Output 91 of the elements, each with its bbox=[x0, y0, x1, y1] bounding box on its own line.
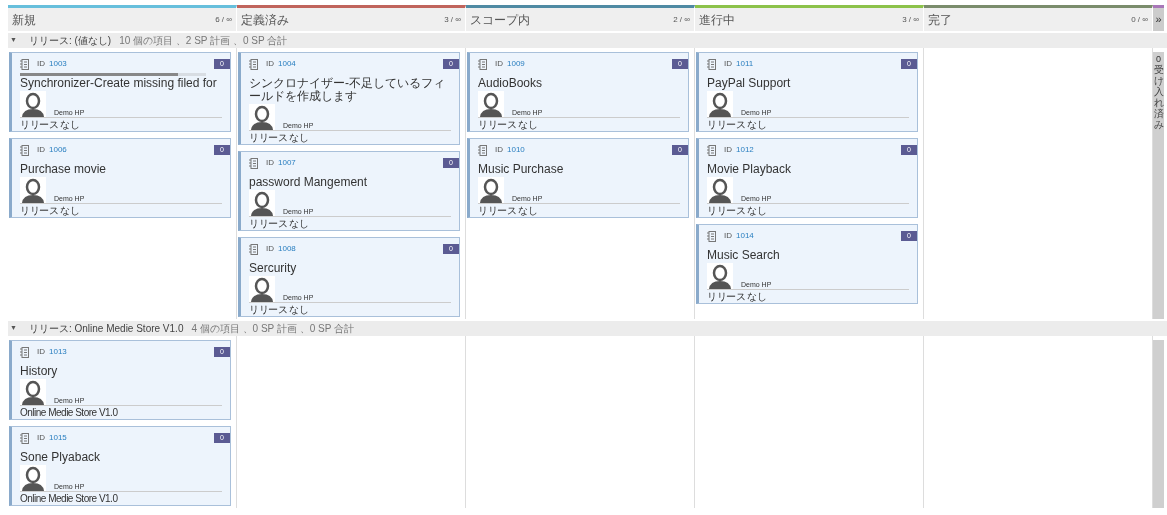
card-id-label: ID bbox=[724, 58, 732, 70]
card-id-label: ID bbox=[37, 346, 45, 358]
avatar-icon bbox=[478, 91, 504, 117]
release-label: リリース なし bbox=[478, 119, 539, 130]
card-id-label: ID bbox=[724, 230, 732, 242]
avatar-icon bbox=[20, 91, 46, 117]
release-label: リリース なし bbox=[478, 205, 539, 216]
column-count: 3 / ∞ bbox=[902, 13, 919, 26]
card-id-link[interactable]: 1006 bbox=[49, 144, 67, 156]
swimlane-summary: 4 個の項目 、0 SP 計画 、0 SP 合計 bbox=[191, 322, 354, 335]
release-label: リリース なし bbox=[20, 205, 81, 216]
card-id-link[interactable]: 1013 bbox=[49, 346, 67, 358]
card-title: Movie Playback bbox=[707, 163, 793, 176]
avatar-icon bbox=[20, 177, 46, 203]
card-id-label: ID bbox=[495, 58, 503, 70]
release-label: リリース なし bbox=[707, 291, 768, 302]
card-title: Synchronizer-Create missing filed for bbox=[20, 77, 218, 90]
card-id-link[interactable]: 1011 bbox=[736, 58, 754, 70]
avatar-icon bbox=[478, 177, 504, 203]
expand-column-button[interactable]: » bbox=[1153, 5, 1164, 31]
document-icon bbox=[707, 144, 716, 156]
avatar-icon bbox=[707, 91, 733, 117]
card-id-link[interactable]: 1007 bbox=[278, 157, 296, 169]
card-title: password Mangement bbox=[249, 176, 369, 189]
document-icon bbox=[249, 58, 258, 70]
card-title: シンクロナイザー-不足しているフィールドを作成します bbox=[249, 77, 446, 103]
card-id-link[interactable]: 1004 bbox=[278, 58, 296, 70]
card-id-link[interactable]: 1014 bbox=[736, 230, 754, 242]
card-id-link[interactable]: 1010 bbox=[507, 144, 525, 156]
document-icon bbox=[249, 157, 258, 169]
card-id-label: ID bbox=[724, 144, 732, 156]
swimlane-title: リリース: Online Medie Store V1.0 bbox=[28, 322, 184, 335]
card-title: Music Purchase bbox=[478, 163, 565, 176]
collapsed-column[interactable] bbox=[1153, 340, 1164, 508]
column-title: 定義済み bbox=[241, 11, 289, 29]
card-title: Music Search bbox=[707, 249, 781, 262]
card-title: Sone Plyaback bbox=[20, 451, 102, 464]
card-id-link[interactable]: 1008 bbox=[278, 243, 296, 255]
release-label: リリース なし bbox=[249, 132, 310, 143]
card-id-link[interactable]: 1012 bbox=[736, 144, 754, 156]
card-title: Sercurity bbox=[249, 262, 298, 275]
card-id-link[interactable]: 1003 bbox=[49, 58, 67, 70]
release-label: リリース なし bbox=[249, 304, 310, 315]
card-id-link[interactable]: 1009 bbox=[507, 58, 525, 70]
card-title: History bbox=[20, 365, 59, 378]
column-title: 新規 bbox=[12, 11, 36, 29]
document-icon bbox=[478, 58, 487, 70]
document-icon bbox=[478, 144, 487, 156]
collapsed-column-count: 0 bbox=[1156, 54, 1161, 64]
avatar-icon bbox=[20, 379, 46, 405]
avatar-icon bbox=[20, 465, 46, 491]
document-icon bbox=[20, 432, 29, 444]
collapsed-column-title: 受け入れ済み bbox=[1153, 64, 1164, 130]
column-title: 完了 bbox=[928, 11, 952, 29]
card-id-label: ID bbox=[495, 144, 503, 156]
release-label: リリース なし bbox=[20, 119, 81, 130]
collapsed-column[interactable]: 0 受け入れ済み bbox=[1153, 52, 1164, 319]
card-title: Purchase movie bbox=[20, 163, 108, 176]
swimlane-summary: 10 個の項目 、2 SP 計画 、0 SP 合計 bbox=[119, 34, 288, 47]
release-label: Online Medie Store V1.0 bbox=[20, 407, 119, 418]
column-count: 2 / ∞ bbox=[673, 13, 690, 26]
column-count: 0 / ∞ bbox=[1131, 13, 1148, 26]
card-id-label: ID bbox=[37, 432, 45, 444]
card-id-label: ID bbox=[266, 157, 274, 169]
card-id-label: ID bbox=[266, 243, 274, 255]
card-id-label: ID bbox=[266, 58, 274, 70]
document-icon bbox=[20, 58, 29, 70]
swimlane-title: リリース: (値なし) bbox=[28, 34, 112, 47]
avatar-icon bbox=[249, 276, 275, 302]
column-count: 6 / ∞ bbox=[215, 13, 232, 26]
release-label: リリース なし bbox=[707, 205, 768, 216]
release-label: リリース なし bbox=[249, 218, 310, 229]
release-label: リリース なし bbox=[707, 119, 768, 130]
document-icon bbox=[20, 346, 29, 358]
column-count: 3 / ∞ bbox=[444, 13, 461, 26]
column-title: 進行中 bbox=[699, 11, 735, 29]
release-label: Online Medie Store V1.0 bbox=[20, 493, 119, 504]
card-id-label: ID bbox=[37, 58, 45, 70]
card-title: PayPal Support bbox=[707, 77, 792, 90]
avatar-icon bbox=[707, 177, 733, 203]
avatar-icon bbox=[707, 263, 733, 289]
avatar-icon bbox=[249, 190, 275, 216]
document-icon bbox=[249, 243, 258, 255]
document-icon bbox=[707, 58, 716, 70]
document-icon bbox=[20, 144, 29, 156]
column-title: スコープ内 bbox=[470, 11, 530, 29]
card-id-link[interactable]: 1015 bbox=[49, 432, 67, 444]
card-id-label: ID bbox=[37, 144, 45, 156]
document-icon bbox=[707, 230, 716, 242]
card-title: AudioBooks bbox=[478, 77, 544, 90]
avatar-icon bbox=[249, 104, 275, 130]
